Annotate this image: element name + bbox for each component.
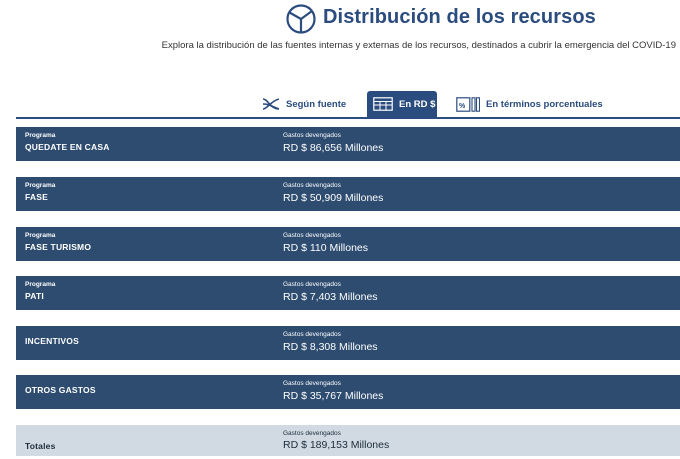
gasto-value: RD $ 50,909 Millones	[283, 192, 384, 204]
program-row: Programa FASE Gastos devengados RD $ 50,…	[16, 177, 680, 211]
svg-text:%: %	[459, 103, 466, 110]
tab-en-terminos-porcentuales[interactable]: % En términos porcentuales	[456, 91, 603, 117]
row-name: FASE TURISMO	[25, 242, 92, 252]
tab-segun-fuente[interactable]: Según fuente	[262, 91, 346, 117]
gasto-label: Gastos devengados	[283, 132, 341, 139]
gasto-label: Gastos devengados	[283, 430, 341, 437]
row-name: FASE	[25, 192, 49, 202]
row-type-label: Programa	[25, 132, 56, 139]
gasto-label: Gastos devengados	[283, 182, 341, 189]
percent-icon: %	[456, 96, 480, 112]
row-type-label: Programa	[25, 182, 56, 189]
program-row: Programa QUEDATE EN CASA Gastos devengad…	[16, 127, 680, 161]
row-name: INCENTIVOS	[25, 336, 79, 346]
gasto-label: Gastos devengados	[283, 232, 341, 239]
totals-label: Totales	[25, 441, 56, 451]
page-subtitle: Explora la distribución de las fuentes i…	[161, 40, 676, 51]
totals-row: Totales Gastos devengados RD $ 189,153 M…	[16, 425, 680, 456]
category-row: OTROS GASTOS Gastos devengados RD $ 35,7…	[16, 375, 680, 409]
row-type-label: Programa	[25, 281, 56, 288]
gasto-value: RD $ 110 Millones	[283, 242, 369, 254]
tab-label: En términos porcentuales	[486, 98, 603, 110]
program-row: Programa FASE TURISMO Gastos devengados …	[16, 227, 680, 261]
gasto-total-value: RD $ 189,153 Millones	[283, 439, 390, 451]
page-header: Distribución de los recursos	[0, 0, 680, 44]
gasto-label: Gastos devengados	[283, 281, 341, 288]
gasto-label: Gastos devengados	[283, 331, 341, 338]
view-tabs: Según fuente En RD $ % En términos porce…	[0, 91, 680, 118]
tabs-underline	[16, 117, 680, 119]
flow-icon	[262, 97, 280, 111]
gasto-label: Gastos devengados	[283, 380, 341, 387]
category-row: INCENTIVOS Gastos devengados RD $ 8,308 …	[16, 326, 680, 360]
tab-label: Según fuente	[286, 98, 347, 110]
tab-en-rd[interactable]: En RD $	[367, 91, 437, 117]
row-name: OTROS GASTOS	[25, 385, 96, 395]
row-name: PATI	[25, 291, 44, 301]
row-name: QUEDATE EN CASA	[25, 142, 110, 152]
gasto-value: RD $ 86,656 Millones	[283, 142, 384, 154]
tab-label: En RD $	[399, 98, 436, 110]
gasto-value: RD $ 8,308 Millones	[283, 341, 378, 353]
page-title: Distribución de los recursos	[323, 6, 596, 28]
gasto-value: RD $ 35,767 Millones	[283, 390, 384, 402]
pie-chart-icon	[285, 3, 317, 35]
program-row: Programa PATI Gastos devengados RD $ 7,4…	[16, 276, 680, 310]
table-icon	[373, 97, 393, 111]
gasto-value: RD $ 7,403 Millones	[283, 291, 378, 303]
row-type-label: Programa	[25, 232, 56, 239]
